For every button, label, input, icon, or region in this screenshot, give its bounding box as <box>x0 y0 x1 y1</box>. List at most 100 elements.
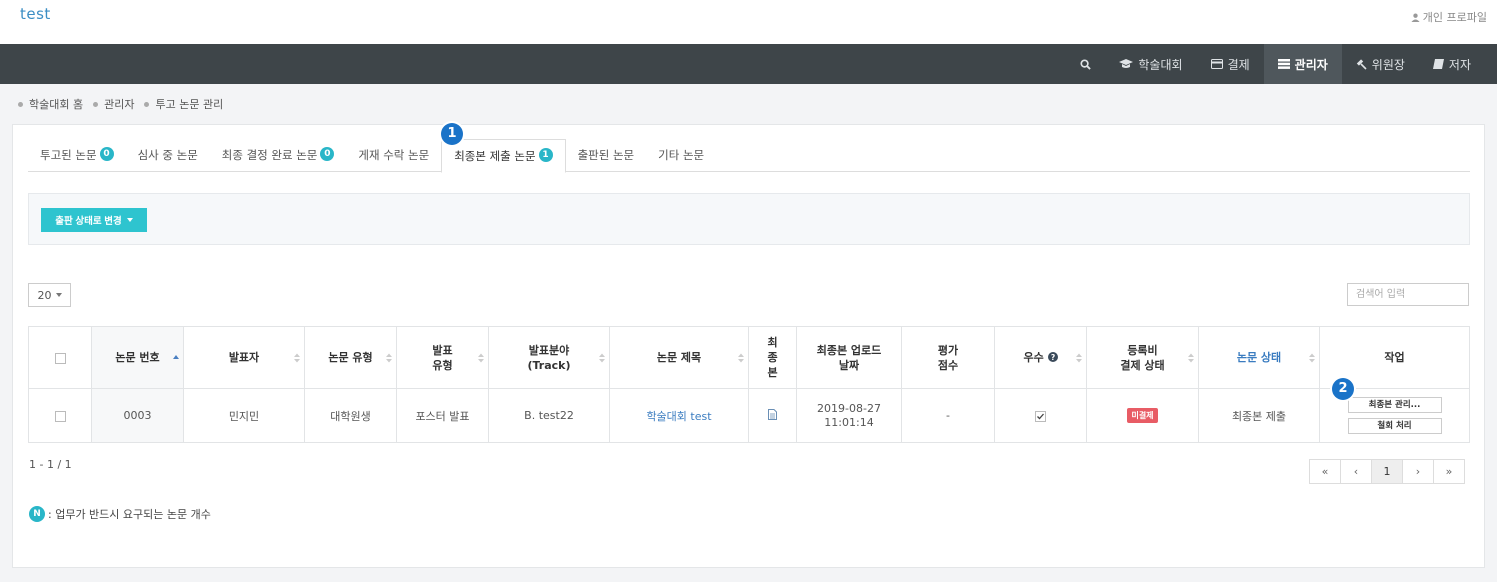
header-presenter[interactable]: 발표자 <box>183 326 305 389</box>
help-icon: ? <box>1047 352 1058 362</box>
document-icon[interactable] <box>768 408 777 420</box>
cell-title: 학술대회 test <box>609 388 749 443</box>
page-last-button[interactable]: » <box>1433 459 1465 484</box>
callout-marker-1: 1 <box>441 123 463 145</box>
bullet-icon <box>144 101 150 107</box>
sort-icon <box>1188 353 1194 363</box>
sort-asc-icon <box>173 355 179 359</box>
site-title[interactable]: test <box>20 5 51 23</box>
tab-other[interactable]: 기타 논문 <box>646 139 716 172</box>
cell-paper-type: 대학원생 <box>304 388 397 443</box>
cell-fee-status: 미결제 <box>1086 388 1199 443</box>
credit-card-icon <box>1210 59 1223 69</box>
change-publish-status-button[interactable]: 출판 상태로 변경 <box>41 208 147 232</box>
header-paper-no[interactable]: 논문 번호 <box>91 326 184 389</box>
cell-track: B. test22 <box>488 388 610 443</box>
tab-submitted[interactable]: 투고된 논문 0 <box>28 139 126 172</box>
breadcrumb: 학술대회 홈 관리자 투고 논문 관리 <box>18 96 233 112</box>
nav-chair[interactable]: 위원장 <box>1342 44 1419 84</box>
legend-badge: N <box>29 506 45 522</box>
bullet-icon <box>93 101 99 107</box>
page-next-button[interactable]: › <box>1402 459 1434 484</box>
tab-accepted[interactable]: 게재 수락 논문 <box>346 139 441 172</box>
gavel-icon <box>1356 58 1367 70</box>
count-badge: 0 <box>320 147 335 161</box>
header-track[interactable]: 발표분야 (Track) <box>488 326 610 389</box>
cell-presenter: 민지민 <box>183 388 305 443</box>
cell-excellent <box>994 388 1087 443</box>
select-all-checkbox-cell <box>28 326 92 389</box>
header-excellent[interactable]: 우수 ? <box>994 326 1087 389</box>
withdraw-button[interactable]: 철회 처리 <box>1347 418 1442 434</box>
page-size-select[interactable]: 20 <box>28 283 71 307</box>
profile-label: 개인 프로파일 <box>1422 11 1487 24</box>
nav-admin[interactable]: 관리자 <box>1263 44 1342 84</box>
table-header-row: 논문 번호 발표자 논문 유형 발표 유형 발표분야 (Track) 논문 제목… <box>28 326 1470 389</box>
main-panel: 투고된 논문 0 심사 중 논문 최종 결정 완료 논문 0 게재 수락 논문 최종… <box>12 123 1485 568</box>
sort-icon <box>599 353 605 363</box>
pagination: « ‹ 1 › » <box>1309 459 1465 484</box>
cell-paper-no: 0003 <box>91 388 184 443</box>
callout-marker-2: 2 <box>1332 378 1354 400</box>
nav-admin-label: 관리자 <box>1294 57 1328 72</box>
sort-icon <box>478 353 484 363</box>
tab-final-submitted[interactable]: 최종본 제출 논문 1 <box>441 139 566 173</box>
page-prev-button[interactable]: ‹ <box>1340 459 1372 484</box>
bullet-icon <box>18 101 23 107</box>
legend-text: : 업무가 반드시 요구되는 논문 개수 <box>48 508 211 521</box>
count-badge: 0 <box>99 147 114 161</box>
server-icon <box>1277 59 1290 69</box>
cell-final-file <box>748 388 797 443</box>
sort-icon <box>386 353 392 363</box>
svg-text:?: ? <box>1050 353 1054 362</box>
select-all-checkbox[interactable] <box>54 352 66 364</box>
header-fee-status[interactable]: 등록비 결제 상태 <box>1086 326 1199 389</box>
page-current[interactable]: 1 <box>1371 459 1403 484</box>
sort-icon <box>738 353 744 363</box>
tab-published[interactable]: 출판된 논문 <box>566 139 647 172</box>
header-final-version: 최 종 본 <box>748 326 797 389</box>
count-badge: 1 <box>538 148 553 162</box>
user-icon <box>1411 13 1420 22</box>
papers-table: 논문 번호 발표자 논문 유형 발표 유형 발표분야 (Track) 논문 제목… <box>28 326 1470 443</box>
search-icon <box>1080 58 1092 70</box>
caret-down-icon <box>126 218 133 222</box>
nav-payment[interactable]: 결제 <box>1197 44 1264 84</box>
page-first-button[interactable]: « <box>1309 459 1341 484</box>
header-upload-date[interactable]: 최종본 업로드 날짜 <box>796 326 902 389</box>
caret-down-icon <box>55 293 62 297</box>
row-checkbox-cell <box>28 388 92 443</box>
header-paper-status[interactable]: 논문 상태 <box>1198 326 1320 389</box>
tab-under-review[interactable]: 심사 중 논문 <box>126 139 210 172</box>
breadcrumb-item-admin[interactable]: 관리자 <box>93 96 134 112</box>
nav-search[interactable] <box>1066 44 1105 84</box>
nav-conference[interactable]: 학술대회 <box>1105 44 1196 84</box>
search-input[interactable] <box>1347 283 1469 306</box>
nav-author[interactable]: 저자 <box>1419 44 1485 84</box>
header-presentation-type[interactable]: 발표 유형 <box>396 326 489 389</box>
paper-title-link[interactable]: 학술대회 test <box>646 410 711 423</box>
nav-payment-label: 결제 <box>1227 57 1250 72</box>
book-icon <box>1432 59 1444 69</box>
header-paper-type[interactable]: 논문 유형 <box>304 326 397 389</box>
header-score[interactable]: 평가 점수 <box>901 326 995 389</box>
cell-paper-status: 최종본 제출 <box>1198 388 1320 443</box>
table-row: 0003 민지민 대학원생 포스터 발표 B. test22 학술대회 test… <box>28 388 1470 443</box>
result-range: 1 - 1 / 1 <box>29 458 72 471</box>
sort-icon <box>1076 353 1082 363</box>
tab-decision-complete[interactable]: 최종 결정 완료 논문 0 <box>210 139 347 172</box>
header-title[interactable]: 논문 제목 <box>609 326 749 389</box>
row-checkbox[interactable] <box>54 410 66 422</box>
sort-icon <box>294 353 300 363</box>
top-bar: test 개인 프로파일 <box>0 0 1497 44</box>
nav-author-label: 저자 <box>1448 57 1471 72</box>
cell-score: - <box>901 388 995 443</box>
manage-final-button[interactable]: 최종본 관리... <box>1347 397 1442 413</box>
graduation-cap-icon <box>1119 59 1134 68</box>
cell-upload-date: 2019-08-27 11:01:14 <box>796 388 902 443</box>
profile-link[interactable]: 개인 프로파일 <box>1411 9 1487 25</box>
excellent-checkbox[interactable] <box>1035 410 1046 422</box>
cell-presentation-type: 포스터 발표 <box>396 388 489 443</box>
breadcrumb-item-home[interactable]: 학술대회 홈 <box>18 96 83 112</box>
breadcrumb-item-current: 투고 논문 관리 <box>144 96 223 112</box>
